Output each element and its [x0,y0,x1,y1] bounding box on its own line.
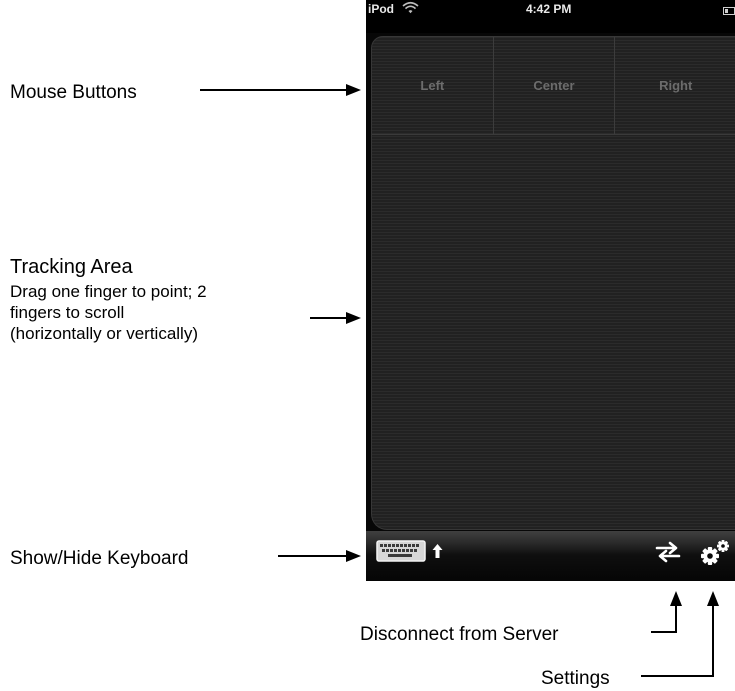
trackpad-panel: Left Center Right [371,36,735,530]
left-mouse-button[interactable]: Left [372,37,494,134]
wifi-icon [402,1,419,14]
arrow-disconnect [651,603,677,633]
mouse-buttons-row: Left Center Right [372,37,735,135]
status-bar: iPod 4:42 PM [366,0,735,33]
right-mouse-button[interactable]: Right [615,37,735,134]
status-carrier: iPod [368,2,394,16]
annotation-tracking-line-1: Drag one finger to point; 2 [10,282,207,301]
tracking-area[interactable] [372,135,735,529]
center-mouse-button[interactable]: Center [494,37,616,134]
annotation-tracking-line-2: fingers to scroll [10,303,125,322]
phone-screen: iPod 4:42 PM Left Center Right [366,0,735,581]
battery-icon [723,4,735,15]
gears-icon[interactable] [700,539,730,566]
annotation-tracking-area: Tracking Area Drag one finger to point; … [10,254,207,344]
annotation-tracking-line-3: (horizontally or vertically) [10,324,198,343]
annotation-tracking-title: Tracking Area [10,256,133,278]
annotation-settings: Settings [541,668,610,689]
status-time: 4:42 PM [526,2,572,16]
show-hide-keyboard-button[interactable] [376,540,446,564]
disconnect-arrows-icon[interactable] [655,541,681,563]
keyboard-icon [376,540,426,562]
annotation-mouse-buttons: Mouse Buttons [10,82,137,103]
arrow-up-icon [432,543,443,559]
annotation-disconnect: Disconnect from Server [360,624,559,645]
arrow-settings [641,603,714,677]
bottom-toolbar [366,531,735,581]
annotation-keyboard: Show/Hide Keyboard [10,548,189,569]
